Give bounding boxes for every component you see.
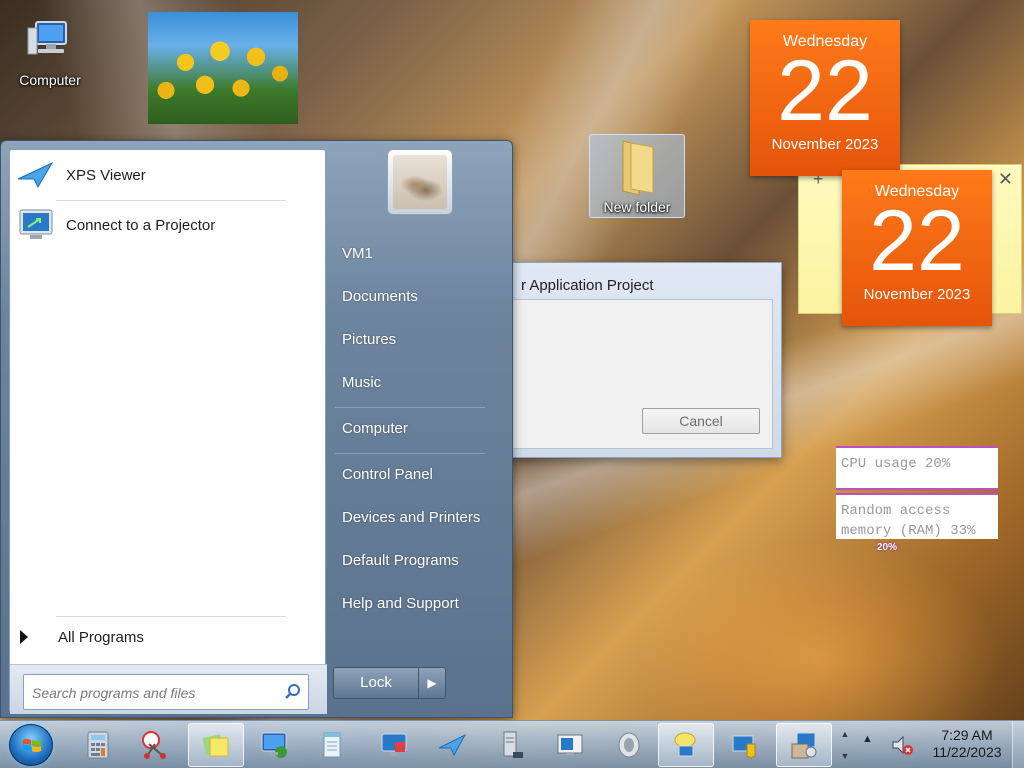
taskbar-network-center[interactable] xyxy=(716,723,772,767)
taskbar-xps-viewer[interactable] xyxy=(424,723,480,767)
separator xyxy=(335,453,485,454)
calendar-month-year: November 2023 xyxy=(771,136,879,153)
separator xyxy=(335,407,485,408)
slideshow-gadget[interactable] xyxy=(148,12,298,124)
taskbar-sound[interactable] xyxy=(600,723,656,767)
notepad-icon xyxy=(323,732,341,758)
start-menu-programs-pane: XPS Viewer Connect to a Projector All Pr… xyxy=(9,149,327,714)
cancel-button[interactable]: Cancel xyxy=(642,408,760,434)
calendar-gadget-2[interactable]: Wednesday 22 November 2023 xyxy=(842,170,992,326)
computer-icon xyxy=(26,18,74,66)
chat-icon xyxy=(674,732,696,757)
triangle-right-icon xyxy=(20,630,28,644)
taskbar-network-monitor[interactable] xyxy=(366,723,422,767)
taskbar-remote-desktop[interactable] xyxy=(246,723,302,767)
desktop-icon-new-folder[interactable]: New folder xyxy=(589,134,685,218)
show-hidden-icons-button[interactable]: ▲ xyxy=(862,733,873,745)
taskbar-display[interactable] xyxy=(542,723,598,767)
server-icon xyxy=(503,731,523,758)
calendar-gadget[interactable]: Wednesday 22 November 2023 xyxy=(750,20,900,176)
clock-date: 11/22/2023 xyxy=(932,744,1002,760)
network-icon xyxy=(732,735,756,759)
desktop-icon-computer[interactable]: Computer xyxy=(12,18,88,88)
program-label: XPS Viewer xyxy=(66,166,146,184)
calculator-icon xyxy=(87,731,109,759)
desktop-icon-label: New folder xyxy=(603,199,671,215)
display-icon xyxy=(557,734,583,756)
menu-item-documents[interactable]: Documents xyxy=(342,288,418,305)
menu-item-help-and-support[interactable]: Help and Support xyxy=(342,595,459,612)
menu-item-music[interactable]: Music xyxy=(342,374,381,391)
menu-item-devices-and-printers[interactable]: Devices and Printers xyxy=(342,509,480,526)
menu-item-computer[interactable]: Computer xyxy=(342,420,408,437)
separator xyxy=(56,616,286,617)
calendar-month-year: November 2023 xyxy=(863,286,971,303)
speaker-icon xyxy=(618,732,640,758)
dialog-content: Cancel xyxy=(511,299,773,449)
taskbar-chat[interactable] xyxy=(658,723,714,767)
all-programs-label: All Programs xyxy=(58,628,144,646)
remote-desktop-icon xyxy=(261,732,287,758)
start-menu: XPS Viewer Connect to a Projector All Pr… xyxy=(0,140,513,718)
sticky-notes-icon xyxy=(202,734,229,757)
all-programs-button[interactable]: All Programs xyxy=(20,624,310,650)
calendar-day: 22 xyxy=(869,193,965,289)
taskbar-notepad[interactable] xyxy=(304,723,360,767)
installer-icon xyxy=(791,732,817,759)
snipping-tool-icon xyxy=(142,731,166,759)
calendar-day: 22 xyxy=(777,43,873,139)
search-placeholder: Search programs and files xyxy=(32,685,196,701)
application-project-dialog[interactable]: r Application Project Cancel xyxy=(500,262,782,458)
taskbar: ▲ ▼ ▲ 7:29 AM 11/22/2023 xyxy=(0,720,1024,768)
start-button[interactable] xyxy=(9,724,53,766)
dialog-title: r Application Project xyxy=(521,277,654,294)
xps-viewer-icon xyxy=(16,157,56,193)
program-connect-to-projector[interactable]: Connect to a Projector xyxy=(16,202,316,248)
ram-usage-meter: Random access memory (RAM) 33% xyxy=(836,493,998,539)
shutdown-options-button[interactable]: ▶ xyxy=(418,667,446,699)
search-icon[interactable] xyxy=(284,683,302,701)
network-monitor-icon xyxy=(381,733,407,756)
clock-time: 7:29 AM xyxy=(941,727,993,743)
cpu-usage-meter: CPU usage 20% xyxy=(836,446,998,490)
lock-button[interactable]: Lock xyxy=(333,667,419,699)
desktop-icon-label: Computer xyxy=(19,72,81,88)
show-desktop-button[interactable] xyxy=(1012,721,1024,768)
taskbar-calculator[interactable] xyxy=(70,723,126,767)
folder-icon xyxy=(622,140,654,196)
menu-item-default-programs[interactable]: Default Programs xyxy=(342,552,459,569)
windows-logo-icon xyxy=(23,739,41,752)
taskbar-sticky-notes[interactable] xyxy=(188,723,244,767)
avatar xyxy=(393,155,447,209)
taskbar-scroll-buttons[interactable]: ▲ ▼ xyxy=(836,723,854,767)
program-xps-viewer[interactable]: XPS Viewer xyxy=(16,152,316,198)
program-label: Connect to a Projector xyxy=(66,216,216,234)
taskbar-snipping-tool[interactable] xyxy=(128,723,184,767)
menu-item-vm1[interactable]: VM1 xyxy=(342,245,373,262)
close-note-button[interactable]: ✕ xyxy=(998,169,1013,190)
taskbar-installer[interactable] xyxy=(776,723,832,767)
xps-viewer-icon xyxy=(438,733,467,757)
separator xyxy=(56,200,286,201)
menu-item-control-panel[interactable]: Control Panel xyxy=(342,466,433,483)
user-picture[interactable] xyxy=(387,149,453,215)
taskbar-server-manager[interactable] xyxy=(482,723,538,767)
meter-percent-label: 20% xyxy=(877,542,898,553)
search-input[interactable]: Search programs and files xyxy=(23,674,309,710)
projector-icon xyxy=(16,207,56,243)
taskbar-clock[interactable]: 7:29 AM 11/22/2023 xyxy=(924,727,1010,761)
menu-item-pictures[interactable]: Pictures xyxy=(342,331,396,348)
volume-muted-icon[interactable] xyxy=(890,733,914,757)
